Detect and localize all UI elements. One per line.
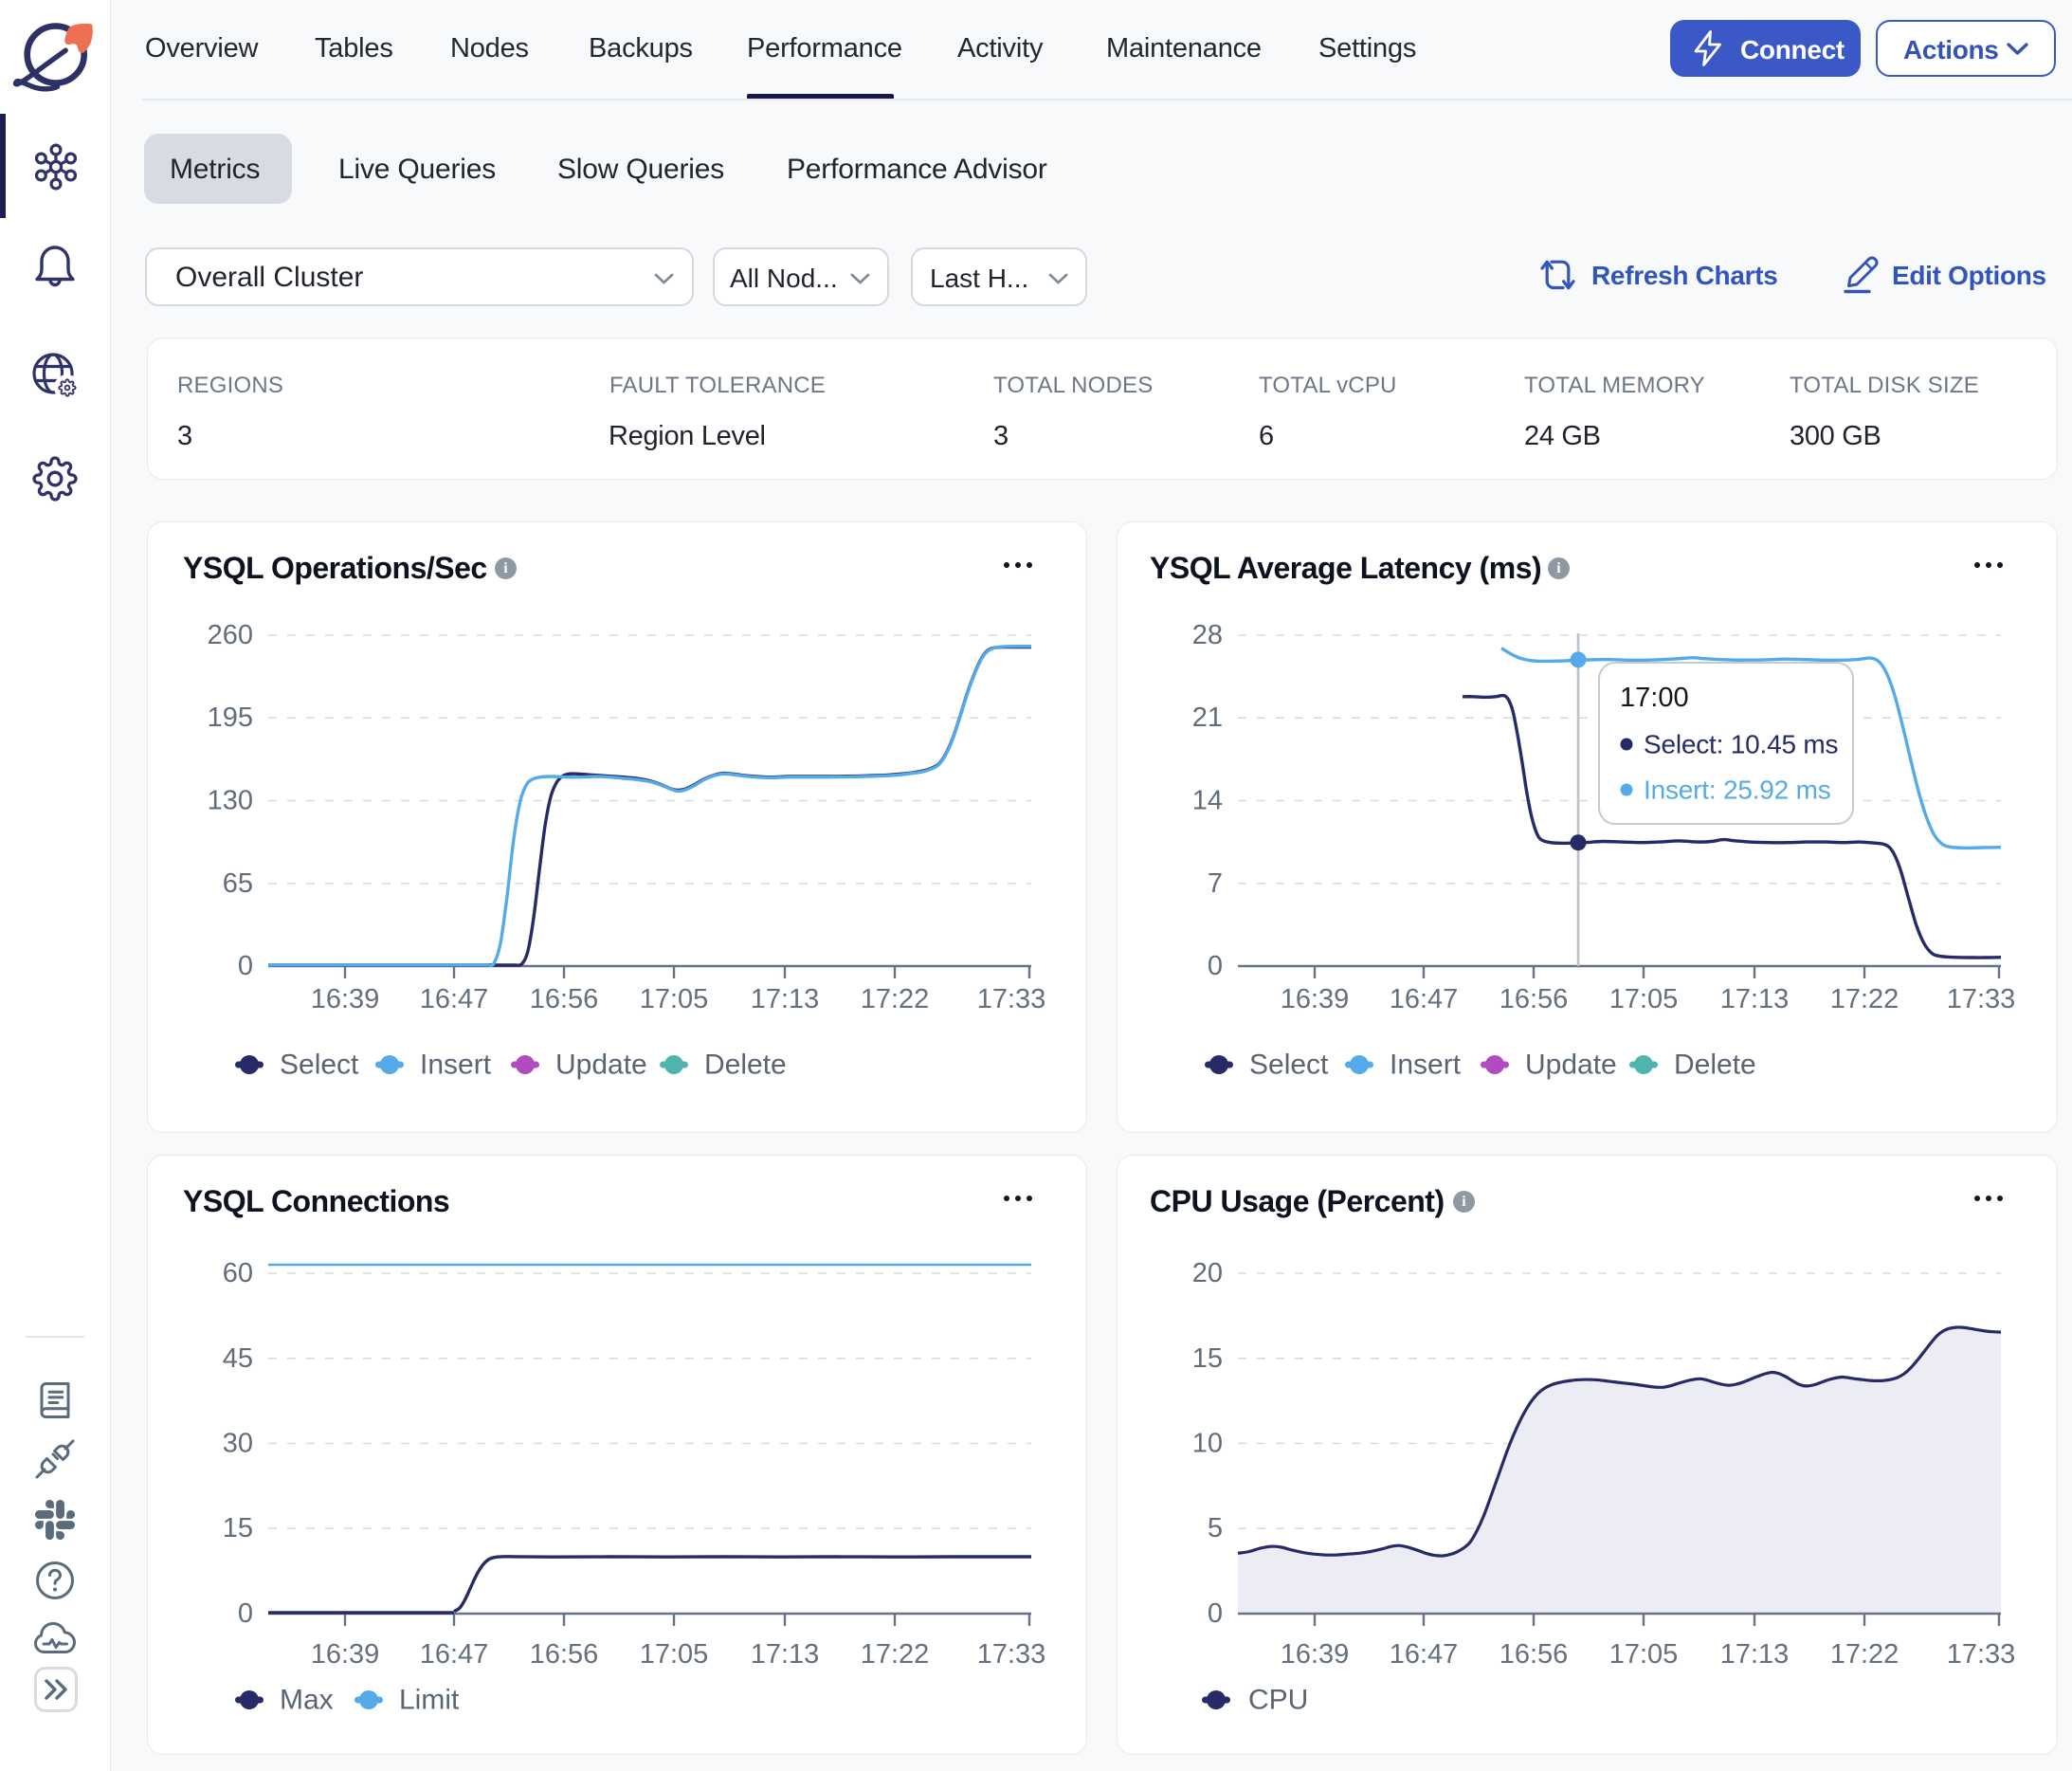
svg-text:Delete: Delete bbox=[1674, 1050, 1756, 1081]
svg-text:17:13: 17:13 bbox=[751, 984, 820, 1014]
svg-text:Max: Max bbox=[280, 1685, 334, 1716]
svg-text:15: 15 bbox=[1192, 1343, 1223, 1374]
svg-text:Insert: Insert bbox=[1390, 1050, 1462, 1081]
svg-text:16:39: 16:39 bbox=[311, 984, 380, 1014]
svg-text:17:13: 17:13 bbox=[751, 1639, 820, 1670]
svg-text:65: 65 bbox=[223, 868, 253, 899]
svg-text:10: 10 bbox=[1192, 1429, 1223, 1459]
svg-text:Delete: Delete bbox=[704, 1050, 787, 1081]
svg-text:17:22: 17:22 bbox=[1830, 984, 1899, 1014]
svg-text:17:33: 17:33 bbox=[1947, 984, 2016, 1014]
svg-text:195: 195 bbox=[208, 703, 253, 733]
svg-text:Insert: Insert bbox=[420, 1050, 492, 1081]
svg-text:17:13: 17:13 bbox=[1720, 1639, 1790, 1670]
svg-text:17:33: 17:33 bbox=[977, 984, 1046, 1014]
svg-text:Limit: Limit bbox=[399, 1685, 460, 1716]
svg-text:260: 260 bbox=[208, 620, 253, 650]
svg-text:17:13: 17:13 bbox=[1720, 984, 1790, 1014]
svg-text:17:05: 17:05 bbox=[1609, 1639, 1679, 1670]
svg-text:Select: 10.45 ms: Select: 10.45 ms bbox=[1644, 730, 1838, 759]
svg-text:17:22: 17:22 bbox=[861, 984, 930, 1014]
svg-text:5: 5 bbox=[1208, 1513, 1223, 1543]
svg-text:45: 45 bbox=[223, 1343, 253, 1374]
svg-text:14: 14 bbox=[1192, 786, 1223, 816]
svg-text:16:56: 16:56 bbox=[1499, 1639, 1569, 1670]
svg-text:16:56: 16:56 bbox=[1499, 984, 1569, 1014]
svg-text:Update: Update bbox=[1525, 1050, 1617, 1081]
svg-text:0: 0 bbox=[238, 951, 253, 981]
svg-text:Select: Select bbox=[280, 1050, 359, 1081]
svg-text:16:39: 16:39 bbox=[1281, 1639, 1350, 1670]
svg-text:0: 0 bbox=[1208, 1598, 1223, 1629]
svg-text:17:05: 17:05 bbox=[640, 1639, 709, 1670]
svg-text:Insert: 25.92 ms: Insert: 25.92 ms bbox=[1644, 776, 1831, 805]
svg-text:17:33: 17:33 bbox=[1947, 1639, 2016, 1670]
svg-text:16:39: 16:39 bbox=[1281, 984, 1350, 1014]
svg-text:16:47: 16:47 bbox=[1390, 984, 1459, 1014]
svg-text:17:33: 17:33 bbox=[977, 1639, 1046, 1670]
svg-text:16:47: 16:47 bbox=[1390, 1639, 1459, 1670]
svg-text:17:22: 17:22 bbox=[1830, 1639, 1899, 1670]
svg-text:0: 0 bbox=[1208, 951, 1223, 981]
svg-text:7: 7 bbox=[1208, 868, 1223, 899]
svg-text:21: 21 bbox=[1192, 703, 1223, 733]
svg-text:130: 130 bbox=[208, 786, 253, 816]
svg-text:16:47: 16:47 bbox=[420, 984, 489, 1014]
svg-text:16:56: 16:56 bbox=[530, 984, 599, 1014]
svg-text:16:47: 16:47 bbox=[420, 1639, 489, 1670]
svg-text:60: 60 bbox=[223, 1258, 253, 1288]
svg-text:17:22: 17:22 bbox=[861, 1639, 930, 1670]
svg-text:30: 30 bbox=[223, 1429, 253, 1459]
svg-text:15: 15 bbox=[223, 1513, 253, 1543]
svg-text:17:05: 17:05 bbox=[640, 984, 709, 1014]
svg-text:Update: Update bbox=[555, 1050, 647, 1081]
svg-text:17:05: 17:05 bbox=[1609, 984, 1679, 1014]
svg-text:20: 20 bbox=[1192, 1258, 1223, 1288]
svg-text:0: 0 bbox=[238, 1598, 253, 1629]
svg-text:CPU: CPU bbox=[1248, 1685, 1308, 1716]
svg-text:17:00: 17:00 bbox=[1620, 683, 1689, 713]
svg-text:28: 28 bbox=[1192, 620, 1223, 650]
svg-text:16:39: 16:39 bbox=[311, 1639, 380, 1670]
svg-text:Select: Select bbox=[1249, 1050, 1329, 1081]
svg-text:16:56: 16:56 bbox=[530, 1639, 599, 1670]
